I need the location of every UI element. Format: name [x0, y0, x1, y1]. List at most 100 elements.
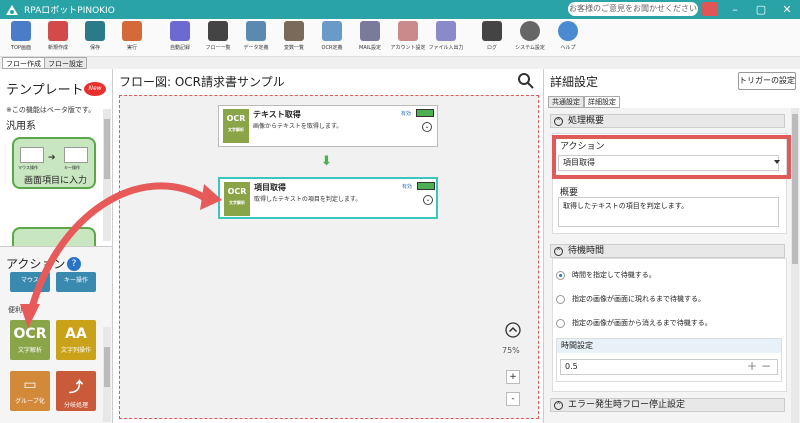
save-icon — [85, 21, 105, 41]
action-group[interactable]: ▭ グループ化 — [10, 371, 50, 411]
summary-field[interactable]: 取得したテキストの項目を判定します。 — [558, 197, 779, 227]
feedback-input[interactable]: お客様のご意見をお聞かせください — [568, 2, 698, 16]
enable-toggle[interactable] — [417, 182, 435, 190]
flow-node[interactable]: OCR 文字解析 テキスト取得 画像からテキストを取得します。 有効 ⌄ — [218, 105, 438, 147]
actions-title: アクション — [6, 257, 66, 271]
section-processing-summary[interactable]: ^ 処理概要 — [550, 114, 785, 128]
radio-wait-image-disappear[interactable]: 指定の画像が画面から消えるまで待機する。 — [556, 318, 712, 328]
node-state: 有効 — [401, 111, 412, 117]
app-logo-icon — [6, 4, 18, 15]
time-settings-label: 時間設定 — [557, 339, 781, 353]
auto-record-button[interactable]: 自動記録 — [161, 21, 199, 55]
action-section: アクション ? マウス キー操作 便利機能 OCR 文字解析 AA 文字列操作 ▭ グ… — [0, 246, 112, 423]
keyboard-icon — [64, 147, 88, 163]
chevron-up-icon[interactable] — [505, 322, 521, 338]
log-button[interactable]: ログ — [473, 21, 511, 55]
tab-flow-create[interactable]: フロー作成 — [2, 57, 45, 69]
arrow-down-icon: ⬇ — [321, 154, 332, 169]
tab-common-settings[interactable]: 共通設定 — [548, 96, 584, 108]
list-icon — [208, 21, 228, 41]
time-input[interactable]: 0.5 — [560, 359, 778, 375]
save-button[interactable]: 保存 — [76, 21, 114, 55]
file-io-button[interactable]: ファイル入出力 — [427, 21, 465, 55]
ocr-icon: OCR 文字解析 — [224, 182, 250, 216]
section-error-stop[interactable]: ^ エラー発生時フロー停止設定 — [550, 398, 785, 412]
flow-canvas[interactable]: OCR 文字解析 テキスト取得 画像からテキストを取得します。 有効 ⌄ ⬇ OC… — [119, 95, 539, 419]
action-string[interactable]: AA 文字列操作 — [56, 320, 96, 360]
flow-node-selected[interactable]: OCR 文字解析 項目取得 取得したテキストの項目を判定します。 有効 ⌄ — [218, 177, 438, 219]
chevron-up-icon: ^ — [554, 247, 563, 256]
ocr-definition-button[interactable]: OCR定義 — [313, 21, 351, 55]
play-icon — [122, 21, 142, 41]
account-settings-button[interactable]: アカウント設定 — [389, 21, 427, 55]
mouse-icon — [20, 147, 44, 163]
action-branch[interactable]: ⤴ 分岐処理 — [56, 371, 96, 411]
minimize-button[interactable]: – — [722, 0, 748, 19]
home-icon — [11, 21, 31, 41]
mail-settings-button[interactable]: MAIL設定 — [351, 21, 389, 55]
account-icon — [398, 21, 418, 41]
chevron-down-icon[interactable]: ⌄ — [422, 122, 432, 132]
arrow-icon: ➔ — [48, 153, 56, 163]
help-icon[interactable]: ? — [67, 257, 81, 271]
node-state: 有効 — [402, 184, 413, 190]
flow-list-button[interactable]: フロー一覧 — [199, 21, 237, 55]
chevron-up-icon: ^ — [554, 117, 563, 126]
enable-toggle[interactable] — [416, 109, 434, 117]
title-bar: RPAロボットPINOKIO お客様のご意見をお聞かせください – ▢ ✕ — [0, 0, 800, 19]
tab-detail-settings[interactable]: 詳細設定 — [584, 96, 620, 108]
system-settings-button[interactable]: システム設定 — [511, 21, 549, 55]
film-icon — [170, 21, 190, 41]
ocr-icon — [322, 21, 342, 41]
zoom-level: 75% — [502, 346, 520, 355]
beta-note: ※この機能はベータ版です。 — [6, 106, 96, 114]
detail-title: 詳細設定 — [550, 75, 599, 89]
action-select[interactable]: 項目取得 — [558, 155, 779, 171]
decrement-button[interactable]: − — [761, 359, 771, 373]
close-button[interactable]: ✕ — [774, 0, 800, 19]
new-file-icon — [48, 21, 68, 41]
help-button[interactable]: ヘルプ — [549, 21, 587, 55]
tab-flow-settings[interactable]: フロー設定 — [44, 57, 87, 69]
radio-wait-image-appear[interactable]: 指定の画像が画面に現れるまで待機する。 — [556, 294, 705, 304]
ocr-icon: OCR 文字解析 — [223, 109, 249, 143]
log-icon — [482, 21, 502, 41]
chevron-up-icon: ^ — [554, 401, 563, 410]
chevron-down-icon[interactable] — [774, 160, 780, 164]
template-item[interactable]: マウス操作 ➔ キー操作 画面項目に入力 — [12, 137, 96, 189]
trigger-settings-button[interactable]: トリガーの設定 — [738, 72, 796, 90]
run-button[interactable]: 実行 — [113, 21, 151, 55]
node-title: テキスト取得 — [253, 110, 301, 119]
node-description: 画像からテキストを取得します。 — [253, 123, 343, 130]
node-description: 取得したテキストの項目を判定します。 — [254, 196, 362, 203]
top-screen-button[interactable]: TOP画面 — [2, 21, 40, 55]
action-mouse[interactable]: マウス — [10, 272, 50, 292]
main-tabs: フロー作成 フロー設定 — [0, 57, 800, 69]
template-item-2[interactable] — [12, 227, 96, 247]
data-definition-button[interactable]: データ定義 — [237, 21, 275, 55]
action-label: アクション — [560, 142, 605, 152]
section-wait-time[interactable]: ^ 待機時間 — [550, 244, 785, 258]
action-ocr[interactable]: OCR 文字解析 — [10, 320, 50, 360]
mail-icon — [360, 21, 380, 41]
detail-scrollbar[interactable] — [791, 108, 799, 423]
action-scrollbar[interactable] — [103, 327, 111, 422]
zoom-out-button[interactable]: - — [506, 392, 520, 406]
section-label: 便利機能 — [8, 306, 36, 314]
increment-button[interactable]: + — [747, 359, 757, 373]
thumbs-down-icon[interactable] — [702, 2, 718, 16]
zoom-in-button[interactable]: + — [506, 370, 520, 384]
variable-icon — [284, 21, 304, 41]
node-title: 項目取得 — [254, 183, 286, 192]
maximize-button[interactable]: ▢ — [748, 0, 774, 19]
chevron-down-icon[interactable]: ⌄ — [423, 195, 433, 205]
action-keyboard[interactable]: キー操作 — [56, 272, 96, 292]
help-icon — [558, 21, 578, 41]
variable-list-button[interactable]: 変数一覧 — [275, 21, 313, 55]
search-icon[interactable] — [517, 72, 535, 90]
template-scrollbar[interactable] — [103, 109, 111, 241]
template-title: テンプレート — [6, 83, 84, 98]
new-button[interactable]: 新規作成 — [39, 21, 77, 55]
radio-wait-time[interactable]: 時間を指定して待機する。 — [556, 270, 656, 280]
category-label: 汎用系 — [6, 121, 36, 132]
